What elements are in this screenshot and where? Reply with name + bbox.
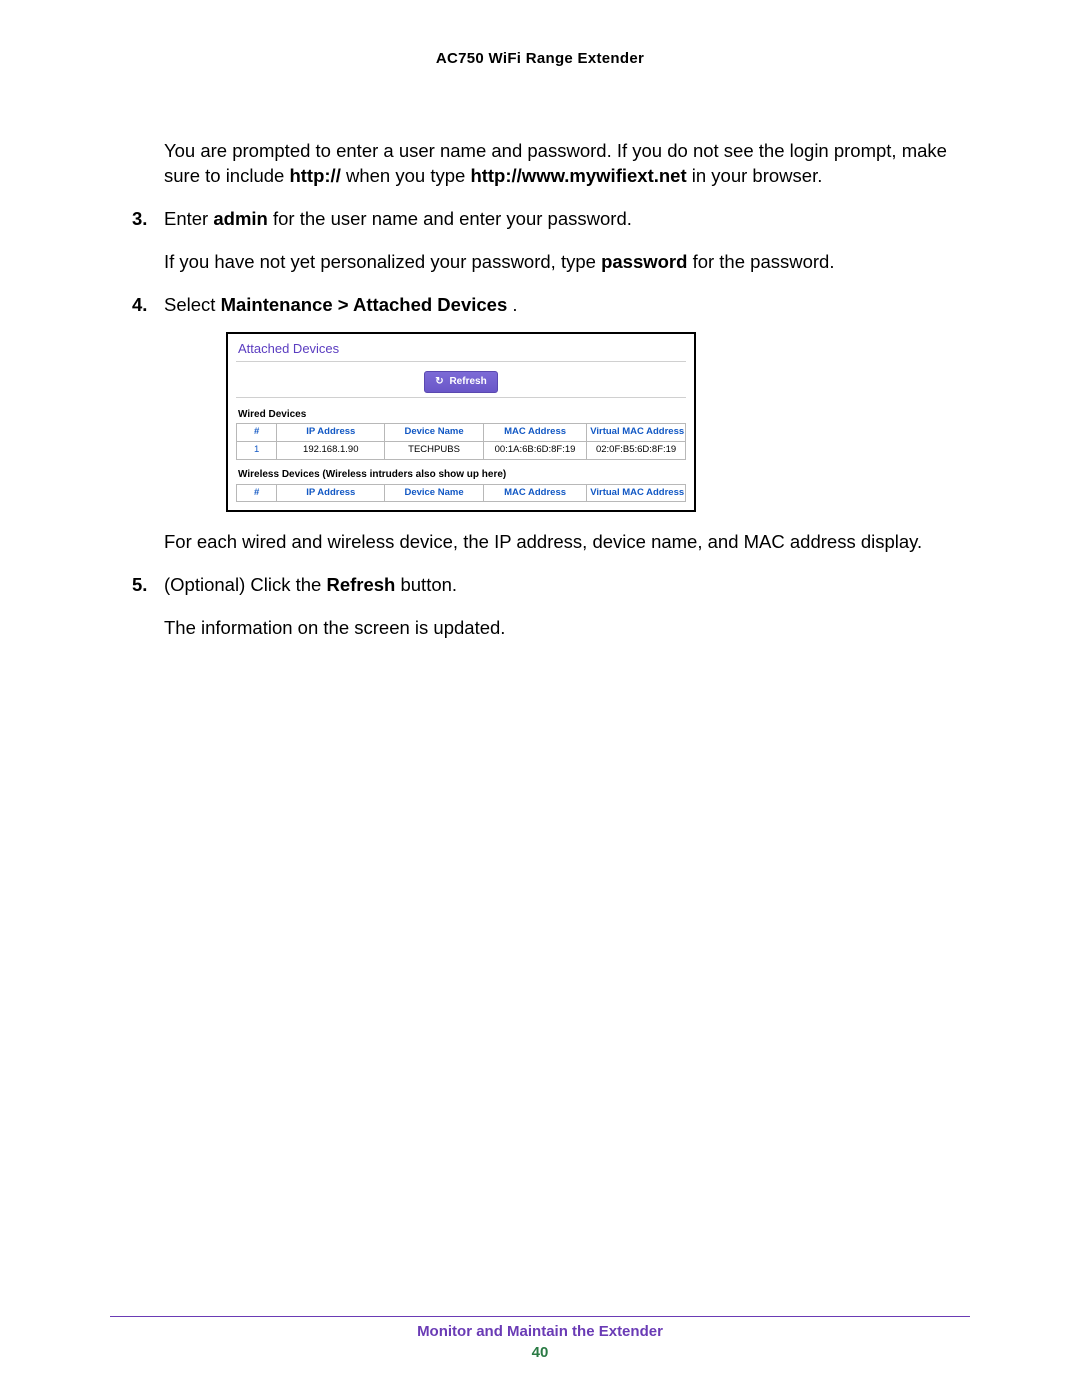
cell-ip: 192.168.1.90 (277, 442, 385, 460)
text-bold: http:// (289, 165, 340, 186)
step-number: 5. (132, 573, 147, 598)
cell-num: 1 (237, 442, 277, 460)
refresh-button-label: Refresh (449, 376, 486, 387)
wireless-devices-label: Wireless Devices (Wireless intruders als… (238, 468, 686, 482)
text: Select (164, 294, 221, 315)
text: in your browser. (692, 165, 823, 186)
step-4: 4. Select Maintenance > Attached Devices… (110, 293, 970, 555)
text-bold: password (601, 251, 687, 272)
text: If you have not yet personalized your pa… (164, 251, 601, 272)
table-header-row: # IP Address Device Name MAC Address Vir… (237, 484, 686, 502)
refresh-toolbar: ↻ Refresh (236, 361, 686, 398)
refresh-icon: ↻ (435, 375, 443, 389)
text: for the password. (693, 251, 835, 272)
wireless-devices-table: # IP Address Device Name MAC Address Vir… (236, 484, 686, 503)
step-number: 4. (132, 293, 147, 318)
text: Enter (164, 208, 213, 229)
col-vmac: Virtual MAC Address (587, 424, 686, 442)
text-bold: Maintenance > Attached Devices (221, 294, 508, 315)
text: button. (400, 574, 457, 595)
text-bold: http://www.mywifiext.net (470, 165, 686, 186)
step-followup: The information on the screen is updated… (164, 616, 970, 641)
col-ip: IP Address (277, 484, 385, 502)
attached-devices-panel: Attached Devices ↻ Refresh Wired Devices… (226, 332, 696, 512)
col-name: Device Name (385, 424, 484, 442)
wired-devices-label: Wired Devices (238, 408, 686, 422)
cell-name: TECHPUBS (385, 442, 484, 460)
col-mac: MAC Address (483, 424, 586, 442)
col-num: # (237, 424, 277, 442)
page-footer: Monitor and Maintain the Extender 40 (110, 1316, 970, 1361)
table-header-row: # IP Address Device Name MAC Address Vir… (237, 424, 686, 442)
text: when you type (346, 165, 470, 186)
step-5: 5. (Optional) Click the Refresh button. … (110, 573, 970, 641)
text-bold: Refresh (326, 574, 395, 595)
cell-vmac: 02:0F:B5:6D:8F:19 (587, 442, 686, 460)
footer-section-title: Monitor and Maintain the Extender (110, 1323, 970, 1340)
refresh-button[interactable]: ↻ Refresh (424, 371, 497, 393)
footer-page-number: 40 (110, 1344, 970, 1361)
step-after-panel: For each wired and wireless device, the … (164, 530, 970, 555)
col-name: Device Name (385, 484, 484, 502)
col-vmac: Virtual MAC Address (587, 484, 686, 502)
col-mac: MAC Address (483, 484, 586, 502)
step-number: 3. (132, 207, 147, 232)
col-num: # (237, 484, 277, 502)
step-followup: If you have not yet personalized your pa… (164, 250, 970, 275)
wired-devices-table: # IP Address Device Name MAC Address Vir… (236, 423, 686, 460)
cell-mac: 00:1A:6B:6D:8F:19 (483, 442, 586, 460)
col-ip: IP Address (277, 424, 385, 442)
page-header: AC750 WiFi Range Extender (110, 50, 970, 67)
step-3: 3. Enter admin for the user name and ent… (110, 207, 970, 275)
intro-paragraph: You are prompted to enter a user name an… (164, 139, 970, 189)
text: for the user name and enter your passwor… (273, 208, 632, 229)
text-bold: admin (213, 208, 267, 229)
text: . (512, 294, 517, 315)
document-page: AC750 WiFi Range Extender You are prompt… (0, 0, 1080, 1397)
table-row: 1 192.168.1.90 TECHPUBS 00:1A:6B:6D:8F:1… (237, 442, 686, 460)
panel-title: Attached Devices (238, 340, 686, 358)
text: (Optional) Click the (164, 574, 326, 595)
